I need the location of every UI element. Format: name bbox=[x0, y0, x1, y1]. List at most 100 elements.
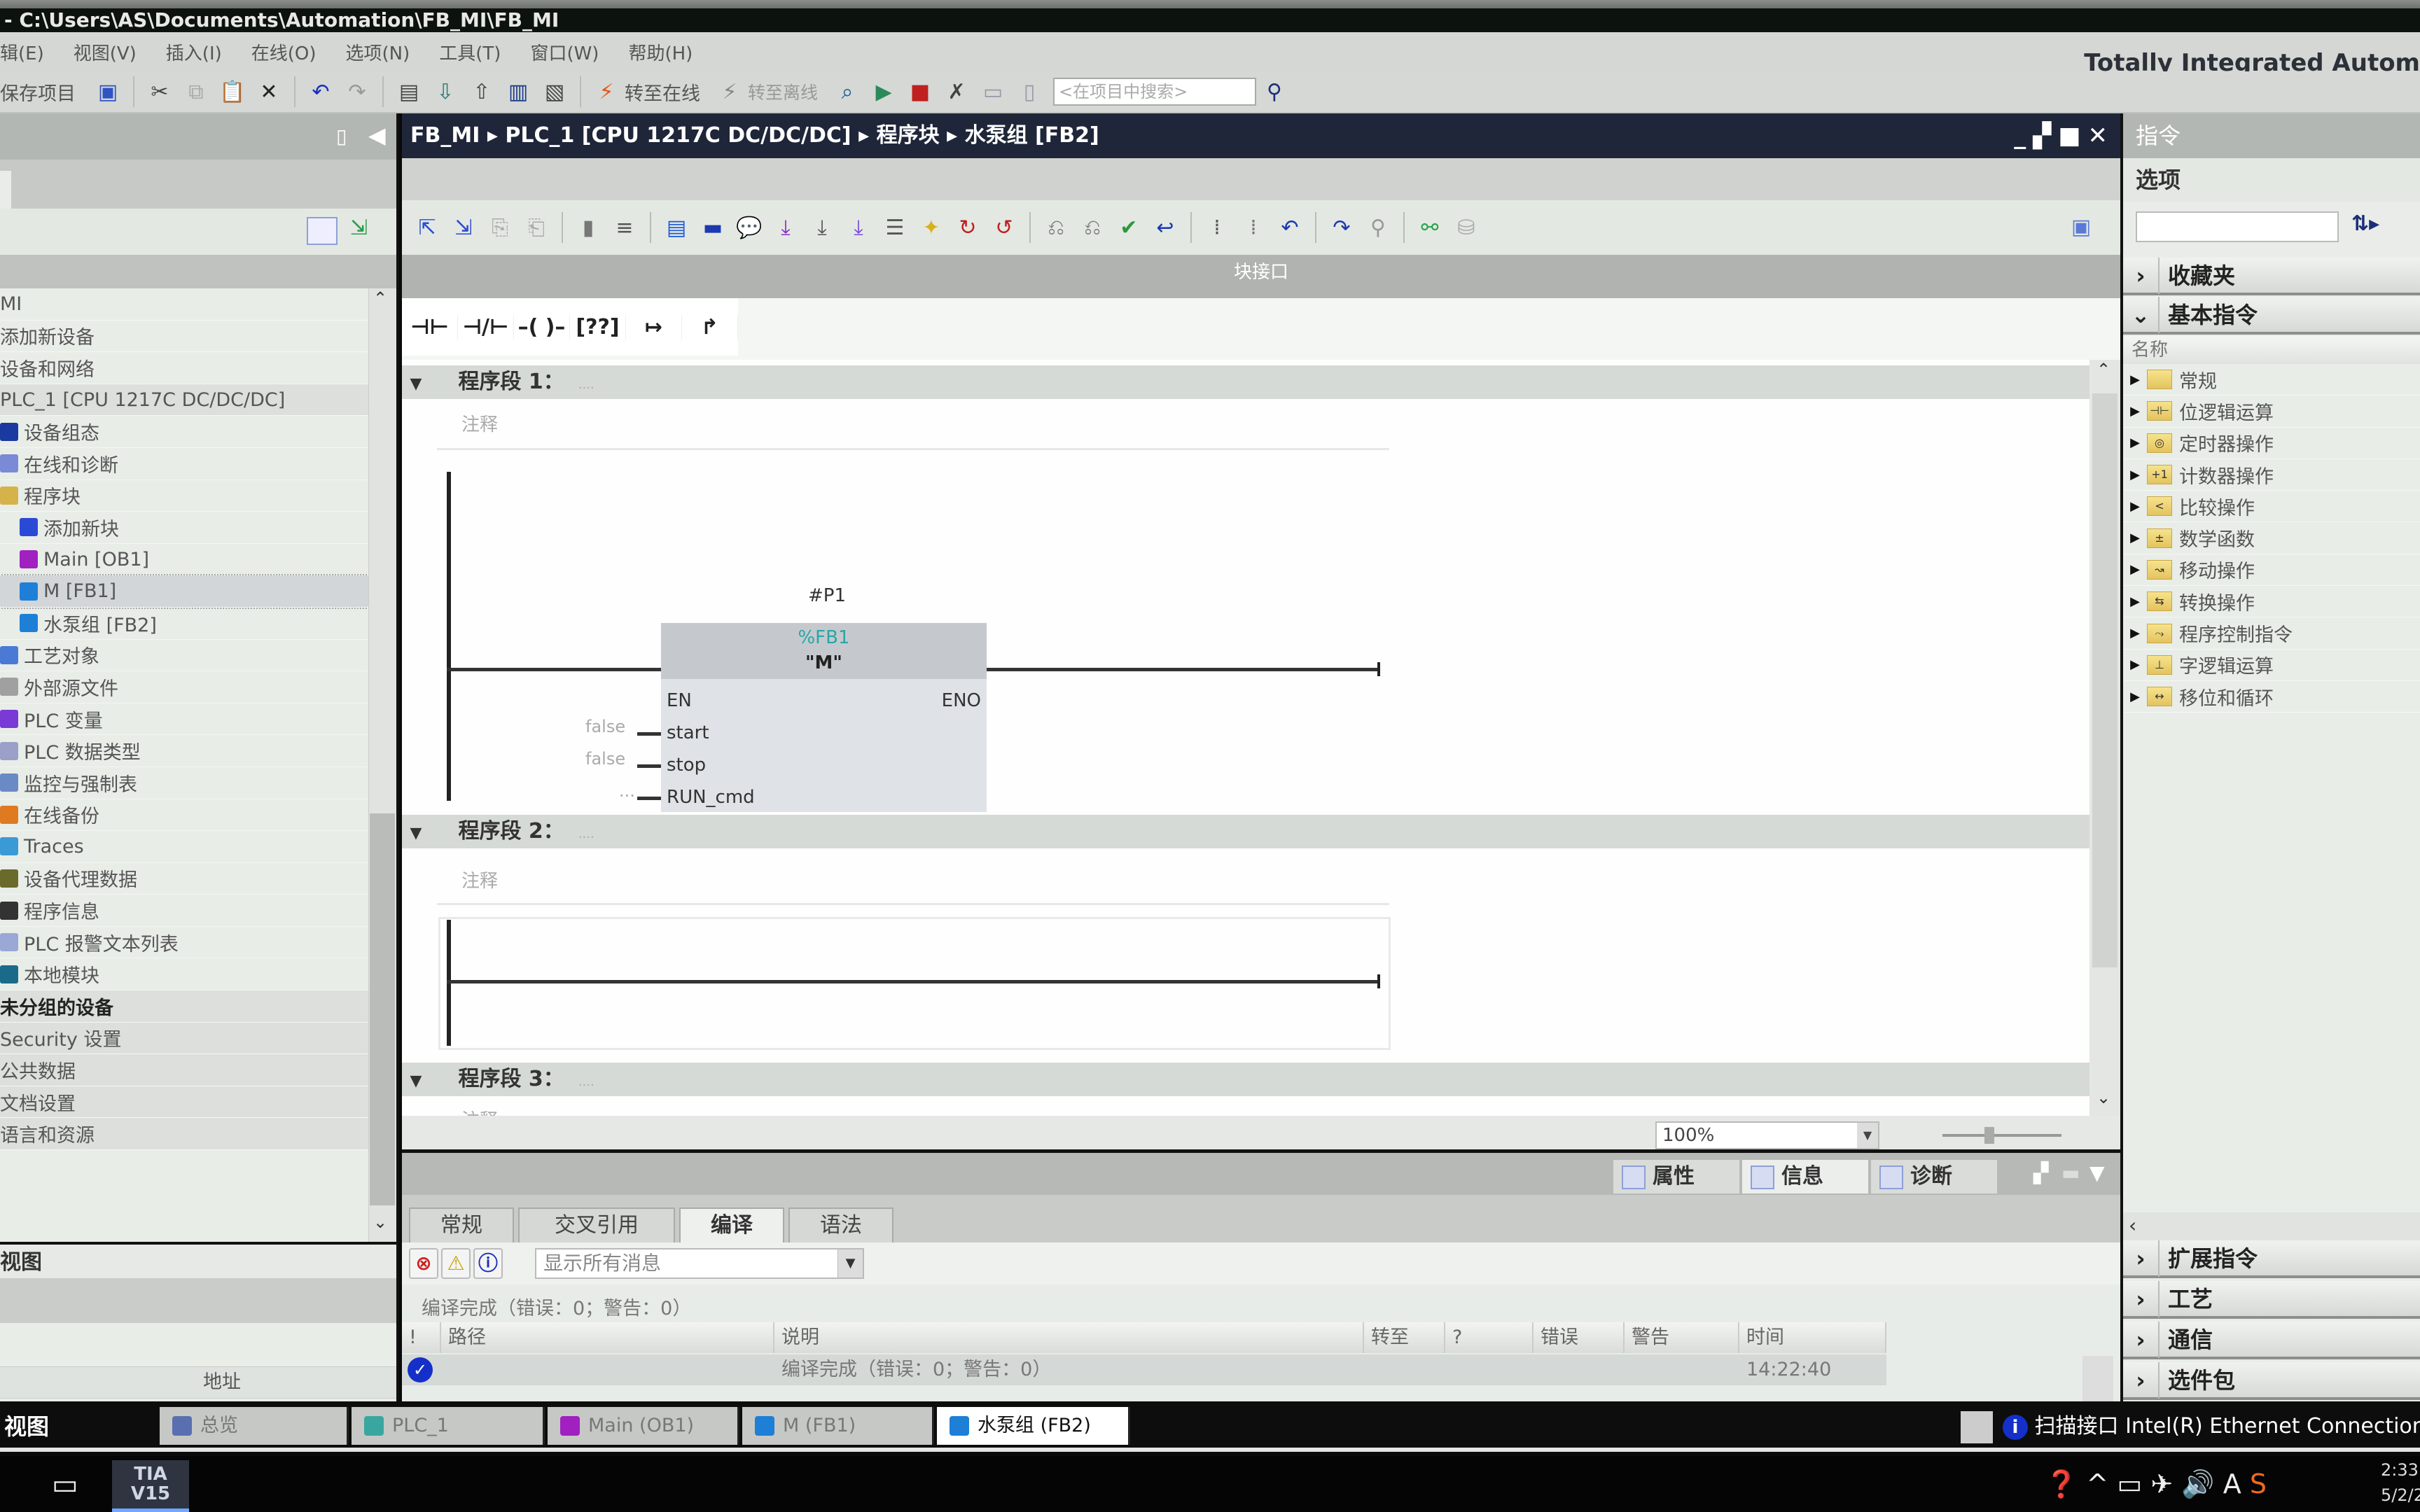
tree-item[interactable]: 本地模块 bbox=[0, 958, 368, 991]
editor-tool-icon[interactable]: ⎘ bbox=[486, 214, 514, 241]
tree-update-icon[interactable]: ⇲ bbox=[350, 216, 368, 240]
expand-triangle-icon[interactable]: ▶ bbox=[2123, 435, 2147, 450]
inspector-dropdown-icon[interactable]: ▼ bbox=[2089, 1161, 2105, 1184]
instruction-folder[interactable]: ▶ < 比较操作 bbox=[2123, 491, 2420, 523]
section-communication[interactable]: › 通信 bbox=[2123, 1322, 2420, 1359]
cross-reference-icon[interactable]: ✗ bbox=[943, 78, 971, 106]
sogou-icon[interactable]: S bbox=[2250, 1469, 2267, 1499]
accessible-devices-icon[interactable]: ⌕ bbox=[833, 78, 861, 106]
stop-simulation-icon[interactable]: ▧ bbox=[541, 78, 569, 106]
chevron-down-icon[interactable]: ▼ bbox=[1857, 1123, 1878, 1148]
network-2-body[interactable] bbox=[438, 917, 1391, 1050]
tree-item[interactable]: 程序块 bbox=[0, 480, 368, 512]
search-icon[interactable]: ⇅▸ bbox=[2351, 211, 2379, 236]
go-online-icon[interactable]: ⚡ bbox=[592, 78, 620, 106]
inspector-float-icon[interactable]: ▞ bbox=[2033, 1161, 2049, 1184]
instruction-folder[interactable]: ▶ 常规 bbox=[2123, 364, 2420, 396]
compile-icon[interactable]: ▤ bbox=[395, 78, 423, 106]
tree-item[interactable]: Traces bbox=[0, 831, 368, 863]
tab-info[interactable]: 信息 bbox=[1742, 1160, 1868, 1194]
section-technology[interactable]: › 工艺 bbox=[2123, 1281, 2420, 1319]
network-1-header[interactable]: ▼ 程序段 1：.... bbox=[402, 365, 2089, 399]
menu-item[interactable]: 辑(E) bbox=[0, 39, 44, 65]
go-online-button[interactable]: 转至在线 bbox=[625, 78, 700, 106]
section-favorites[interactable]: › 收藏夹 bbox=[2123, 258, 2420, 295]
instruction-folder[interactable]: ▶ ⊣⊢ 位逻辑运算 bbox=[2123, 396, 2420, 428]
editor-tool-icon[interactable]: ⚲ bbox=[1364, 214, 1392, 241]
tree-item[interactable]: 设备组态 bbox=[0, 416, 368, 448]
cut-icon[interactable]: ✂ bbox=[146, 78, 174, 106]
col-description[interactable]: 说明 bbox=[774, 1322, 1364, 1353]
subtab-general[interactable]: 常规 bbox=[409, 1208, 514, 1242]
subtab-syntax[interactable]: 语法 bbox=[788, 1208, 893, 1242]
instruction-folder[interactable]: ▶ ↔ 移位和循环 bbox=[2123, 681, 2420, 713]
instruction-folder[interactable]: ▶ +1 计数器操作 bbox=[2123, 459, 2420, 491]
col-warnings[interactable]: 警告 bbox=[1625, 1322, 1739, 1353]
battery-icon[interactable]: ▭ bbox=[2117, 1469, 2142, 1499]
menu-item[interactable]: 帮助(H) bbox=[628, 39, 693, 65]
tree-item[interactable]: Main [OB1] bbox=[0, 544, 368, 576]
upload-icon[interactable]: ⇧ bbox=[468, 78, 496, 106]
instruction-folder[interactable]: ▶ ⊥ 字逻辑运算 bbox=[2123, 650, 2420, 681]
volume-icon[interactable]: 🔊 bbox=[2181, 1469, 2214, 1499]
status-panel-icon[interactable] bbox=[1961, 1411, 1993, 1443]
network-2-header[interactable]: ▼ 程序段 2：.... bbox=[402, 815, 2089, 848]
section-extended-instructions[interactable]: › 扩展指令 bbox=[2123, 1240, 2420, 1278]
expand-triangle-icon[interactable]: ▶ bbox=[2123, 594, 2147, 609]
network-comment[interactable]: 注释 bbox=[461, 867, 498, 892]
tree-item[interactable]: 工艺对象 bbox=[0, 640, 368, 672]
message-filter-select[interactable]: 显示所有消息 ▼ bbox=[535, 1248, 864, 1279]
error-filter-icon[interactable]: ⊗ bbox=[409, 1248, 438, 1279]
editor-tool-icon[interactable]: ✦ bbox=[917, 214, 945, 241]
tree-item[interactable]: 未分组的设备 bbox=[0, 990, 368, 1023]
editor-tab[interactable]: Main (OB1) bbox=[548, 1407, 739, 1445]
coil-icon[interactable]: –( )– bbox=[514, 314, 570, 340]
tree-item[interactable]: 公共数据 bbox=[0, 1054, 368, 1086]
editor-tool-icon[interactable]: ↷ bbox=[1328, 214, 1356, 241]
tree-item[interactable]: 在线备份 bbox=[0, 799, 368, 832]
start-value[interactable]: false bbox=[585, 717, 625, 736]
editor-tool-icon[interactable]: ↩ bbox=[1151, 214, 1179, 241]
col-errors[interactable]: 错误 bbox=[1534, 1322, 1625, 1353]
instruction-folder[interactable]: ▶ ⤳ 程序控制指令 bbox=[2123, 617, 2420, 650]
tree-item[interactable]: Security 设置 bbox=[0, 1022, 368, 1055]
editor-tool-icon[interactable]: ↶ bbox=[1276, 214, 1304, 241]
expand-triangle-icon[interactable]: ▶ bbox=[2123, 404, 2147, 419]
print-icon[interactable]: ▣ bbox=[94, 78, 122, 106]
no-contact-icon[interactable]: ⊣⊢ bbox=[402, 314, 458, 340]
collapse-arrow-icon[interactable]: ▼ bbox=[402, 1065, 430, 1098]
col-status[interactable]: ! bbox=[402, 1322, 441, 1353]
instruction-folder[interactable]: ▶ ⇆ 转换操作 bbox=[2123, 586, 2420, 618]
minimize-icon[interactable]: _ bbox=[2014, 122, 2033, 150]
tree-item[interactable]: 监控与强制表 bbox=[0, 767, 368, 799]
editor-tool-icon[interactable]: ⤓ bbox=[808, 214, 836, 241]
tree-scroll-thumb[interactable] bbox=[370, 813, 395, 1205]
instance-db[interactable]: #P1 bbox=[808, 585, 846, 606]
expand-triangle-icon[interactable]: ▶ bbox=[2123, 690, 2147, 704]
tree-item[interactable]: MI bbox=[0, 288, 368, 321]
breadcrumb-plc[interactable]: PLC_1 [CPU 1217C DC/DC/DC] bbox=[505, 123, 851, 148]
tree-item[interactable]: 文档设置 bbox=[0, 1086, 368, 1119]
collapse-arrow-icon[interactable]: ▼ bbox=[402, 368, 430, 401]
stop-value[interactable]: false bbox=[585, 749, 625, 769]
zoom-slider-track[interactable] bbox=[1942, 1134, 2061, 1137]
save-project-button[interactable]: 保存项目 bbox=[0, 78, 76, 106]
collapse-panel-icon[interactable]: ◀ bbox=[368, 122, 386, 148]
editor-tool-icon[interactable]: ✔ bbox=[1115, 214, 1143, 241]
editor-scroll-thumb[interactable] bbox=[2092, 393, 2118, 967]
go-offline-button[interactable]: 转至离线 bbox=[748, 79, 818, 104]
scroll-down-icon[interactable]: ⌄ bbox=[2096, 1088, 2110, 1107]
tree-item[interactable]: 设备代理数据 bbox=[0, 863, 368, 895]
split-horizontal-icon[interactable]: ▭ bbox=[979, 78, 1007, 106]
subtab-compile[interactable]: 编译 bbox=[679, 1208, 784, 1242]
zoom-slider-handle[interactable] bbox=[1984, 1127, 1994, 1144]
tree-item[interactable]: 程序信息 bbox=[0, 895, 368, 927]
network-3-header[interactable]: ▼ 程序段 3：.... bbox=[402, 1063, 2089, 1096]
menu-item[interactable]: 窗口(W) bbox=[530, 39, 599, 65]
network-icon[interactable]: ✈ bbox=[2150, 1469, 2173, 1499]
tree-item[interactable]: 设备和网络 bbox=[0, 352, 368, 384]
run-cmd-value[interactable]: ... bbox=[619, 781, 635, 801]
menu-item[interactable]: 视图(V) bbox=[74, 39, 137, 65]
subtab-cross-reference[interactable]: 交叉引用 bbox=[518, 1208, 675, 1242]
editor-tool-icon[interactable]: ↺ bbox=[990, 214, 1018, 241]
